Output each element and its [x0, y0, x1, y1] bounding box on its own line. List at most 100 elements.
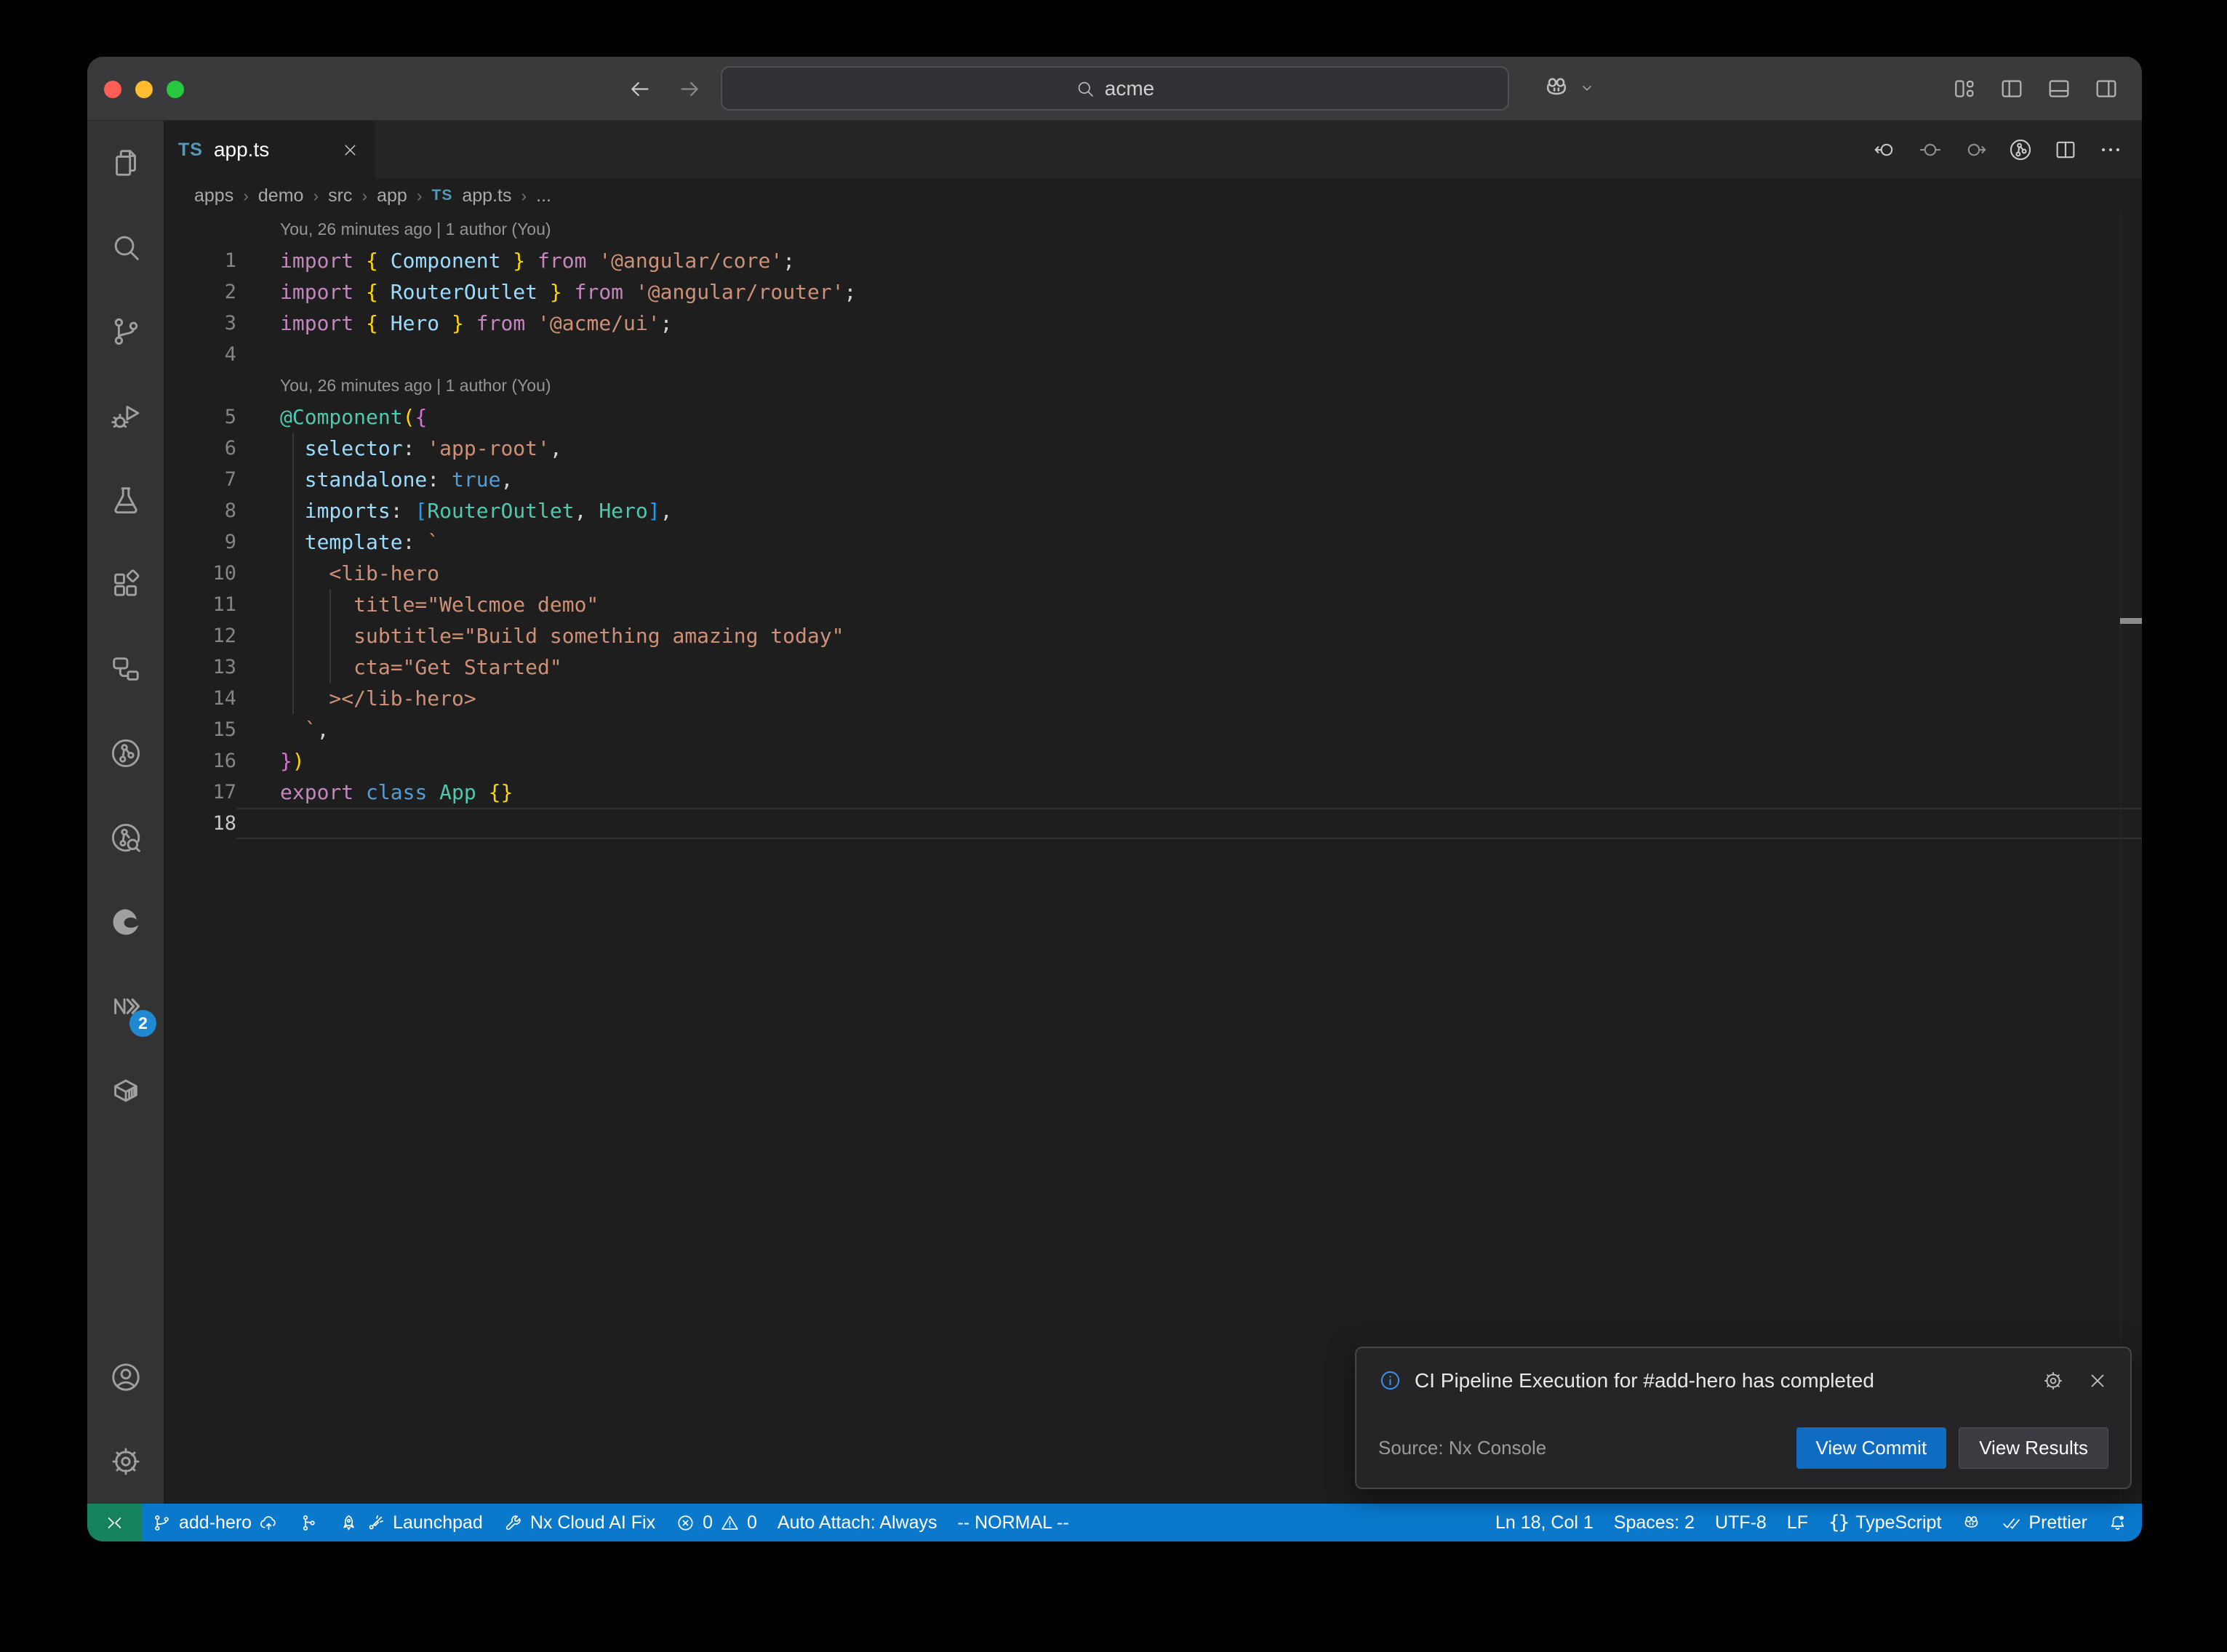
status-cursor-position[interactable]: Ln 18, Col 1	[1485, 1504, 1604, 1541]
vscode-window: acme 2 TS app.ts apps›demo›src›app›TSapp…	[87, 57, 2142, 1541]
gitlens-commit-graph-icon[interactable]	[2008, 137, 2033, 162]
debug-icon	[109, 399, 143, 433]
copilot-menu[interactable]	[1542, 73, 1596, 103]
status-eol[interactable]: LF	[1777, 1504, 1818, 1541]
breadcrumb-overflow[interactable]: ...	[536, 185, 551, 206]
code-line-10: 10 <lib-hero	[164, 558, 2142, 589]
code-text: subtitle="Build something amazing today"	[236, 620, 2142, 651]
zoom-window-button[interactable]	[167, 81, 184, 98]
breadcrumb-item-app[interactable]: app	[377, 185, 407, 206]
code-editor[interactable]: You, 26 minutes ago | 1 author (You)1imp…	[164, 212, 2142, 1504]
status-language-mode[interactable]: {} TypeScript	[1818, 1504, 1951, 1541]
boxes-link-icon	[109, 652, 143, 686]
gitlens-previous-change-icon[interactable]	[1873, 137, 1898, 162]
command-center-search[interactable]: acme	[721, 66, 1509, 111]
minimize-window-button[interactable]	[135, 81, 153, 98]
notification-settings-icon[interactable]	[2042, 1370, 2064, 1392]
tab-app-ts[interactable]: TS app.ts	[164, 121, 375, 179]
line-number: 6	[164, 433, 236, 464]
status-encoding[interactable]: UTF-8	[1705, 1504, 1777, 1541]
status-label: TypeScript	[1855, 1512, 1941, 1533]
close-window-button[interactable]	[104, 81, 121, 98]
code-line-5: 5@Component({	[164, 401, 2142, 433]
editor-actions	[1873, 121, 2142, 179]
view-results-button[interactable]: View Results	[1959, 1427, 2108, 1469]
view-commit-button[interactable]: View Commit	[1796, 1427, 1947, 1469]
activity-item-nx-console[interactable]: 2	[87, 964, 164, 1048]
status-remote-indicator[interactable]	[87, 1504, 142, 1541]
rocket-icon	[339, 1513, 359, 1533]
activity-item-run-debug[interactable]	[87, 374, 164, 458]
layout-controls	[1951, 76, 2119, 102]
activity-item-explorer[interactable]	[87, 121, 164, 205]
gitlens-toggle-annotations-icon[interactable]	[1918, 137, 1943, 162]
gitlens-next-change-icon[interactable]	[1963, 137, 1988, 162]
activity-item-extensions[interactable]	[87, 542, 164, 627]
copilot-icon	[1542, 73, 1571, 103]
status-gitlens-launchpad[interactable]: Launchpad	[329, 1504, 493, 1541]
breadcrumb-separator: ›	[417, 186, 423, 206]
code-line-18: 18	[164, 808, 2142, 839]
code-text	[236, 808, 2142, 839]
activity-item-testing[interactable]	[87, 458, 164, 542]
blame-annotation[interactable]: You, 26 minutes ago | 1 author (You)	[236, 370, 2142, 401]
toggle-primary-sidebar-icon[interactable]	[1999, 76, 2025, 102]
notification-close-icon[interactable]	[2087, 1370, 2108, 1392]
code-line-17: 17export class App {}	[164, 777, 2142, 808]
toggle-panel-icon[interactable]	[2046, 76, 2072, 102]
status-indentation[interactable]: Spaces: 2	[1604, 1504, 1705, 1541]
close-tab-icon[interactable]	[341, 141, 359, 159]
status-label: Prettier	[2028, 1512, 2087, 1533]
line-number: 15	[164, 714, 236, 745]
title-bar: acme	[87, 57, 2142, 121]
activity-item-edge-devtools[interactable]	[87, 880, 164, 964]
blame-annotation[interactable]: You, 26 minutes ago | 1 author (You)	[236, 214, 2142, 245]
copilot-icon	[1962, 1513, 1981, 1533]
activity-item-source-control[interactable]	[87, 289, 164, 374]
status-vim-mode[interactable]: -- NORMAL --	[947, 1504, 1079, 1541]
gitlens-codelens-row: You, 26 minutes ago | 1 author (You)	[164, 370, 2142, 401]
notification-title: CI Pipeline Execution for #add-hero has …	[1415, 1369, 2020, 1392]
split-editor-icon[interactable]	[2053, 137, 2078, 162]
breadcrumb-item-src[interactable]: src	[328, 185, 352, 206]
activity-item-references[interactable]	[87, 627, 164, 711]
breadcrumb-item-demo[interactable]: demo	[258, 185, 304, 206]
line-number: 11	[164, 589, 236, 620]
activity-item-accounts[interactable]	[87, 1335, 164, 1419]
activity-item-manage[interactable]	[87, 1419, 164, 1504]
activity-item-search[interactable]	[87, 205, 164, 289]
code-line-2: 2import { RouterOutlet } from '@angular/…	[164, 276, 2142, 308]
status-notifications-bell[interactable]	[2098, 1504, 2138, 1541]
chevron-down-icon	[1578, 79, 1596, 97]
breadcrumb-separator: ›	[361, 186, 367, 206]
search-icon	[109, 230, 143, 264]
overview-ruler[interactable]	[2120, 212, 2142, 1504]
status-label: 0	[747, 1512, 757, 1533]
code-text: })	[236, 745, 2142, 777]
status-copilot-status[interactable]	[1951, 1504, 1991, 1541]
status-branch-sync[interactable]: add-hero	[142, 1504, 289, 1541]
check-double-icon	[2002, 1513, 2021, 1533]
status-git-graph[interactable]	[289, 1504, 329, 1541]
remote-icon	[105, 1513, 124, 1533]
activity-item-gitlens-inspect[interactable]	[87, 795, 164, 880]
notification-source: Source: Nx Console	[1378, 1437, 1546, 1459]
status-nx-cloud-ai-fix[interactable]: Nx Cloud AI Fix	[493, 1504, 665, 1541]
status-auto-attach[interactable]: Auto Attach: Always	[767, 1504, 948, 1541]
status-problems[interactable]: 00	[665, 1504, 767, 1541]
braces-icon: {}	[1828, 1512, 1848, 1533]
navigate-back-icon[interactable]	[627, 76, 652, 102]
breadcrumb-item-apps[interactable]: apps	[194, 185, 233, 206]
line-number: 9	[164, 526, 236, 558]
more-actions-icon[interactable]	[2098, 137, 2123, 162]
code-line-6: 6 selector: 'app-root',	[164, 433, 2142, 464]
typescript-file-icon: TS	[432, 187, 453, 204]
toggle-secondary-sidebar-icon[interactable]	[2093, 76, 2119, 102]
activity-item-gitlens[interactable]	[87, 711, 164, 795]
navigate-forward-icon[interactable]	[677, 76, 703, 102]
status-formatter-prettier[interactable]: Prettier	[1991, 1504, 2098, 1541]
git-branch-icon	[152, 1513, 172, 1533]
customize-layout-icon[interactable]	[1951, 76, 1978, 102]
activity-item-containers[interactable]	[87, 1048, 164, 1133]
breadcrumb-item-file[interactable]: app.ts	[462, 185, 511, 206]
